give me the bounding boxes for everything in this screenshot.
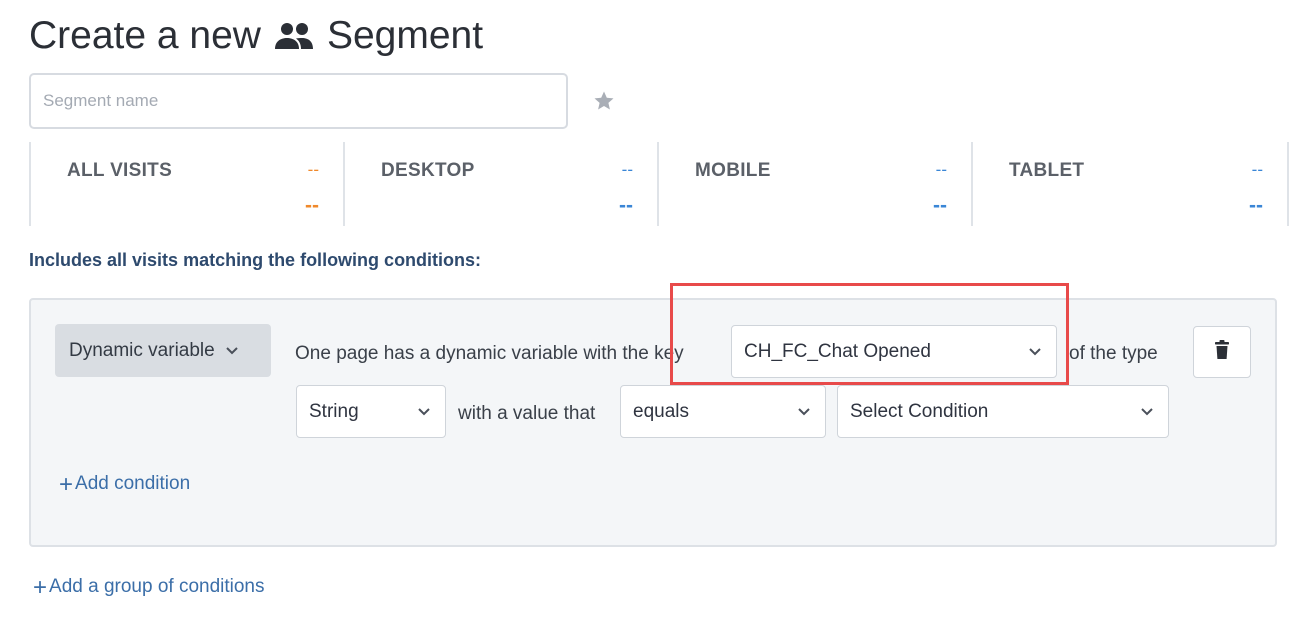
stat-small-value: -- xyxy=(935,160,947,179)
page-title-prefix: Create a new xyxy=(29,14,261,57)
plus-icon: + xyxy=(59,470,74,498)
stat-tablet: TABLET -- -- xyxy=(971,142,1289,226)
condition-group: Dynamic variable One page has a dynamic … xyxy=(29,298,1277,547)
people-icon xyxy=(273,20,315,52)
chevron-down-icon xyxy=(225,346,239,355)
chevron-down-icon xyxy=(1028,347,1042,356)
stat-big-value: -- xyxy=(933,194,947,217)
trash-icon xyxy=(1214,339,1230,365)
stat-big-value: -- xyxy=(1249,194,1263,217)
stat-desktop: DESKTOP -- -- xyxy=(343,142,657,226)
stat-all-visits: ALL VISITS -- -- xyxy=(29,142,343,226)
condition-value-placeholder: Select Condition xyxy=(850,400,989,422)
operator-select[interactable]: equals xyxy=(620,385,826,438)
conditions-heading: Includes all visits matching the followi… xyxy=(29,250,482,270)
page-title: Create a new Segment xyxy=(29,14,483,58)
stat-label: DESKTOP xyxy=(381,160,475,181)
delete-condition-button[interactable] xyxy=(1193,326,1251,378)
stat-mobile: MOBILE -- -- xyxy=(657,142,971,226)
key-description-text: One page has a dynamic variable with the… xyxy=(295,343,684,364)
stat-small-value: -- xyxy=(1251,160,1263,179)
key-select-value: CH_FC_Chat Opened xyxy=(744,340,931,362)
stat-small-value: -- xyxy=(307,160,319,179)
condition-value-select[interactable]: Select Condition xyxy=(837,385,1169,438)
stat-small-value: -- xyxy=(621,160,633,179)
add-group-link[interactable]: + Add a group of conditions xyxy=(33,573,265,601)
page-title-suffix: Segment xyxy=(326,14,484,57)
operator-value: equals xyxy=(633,400,689,422)
value-that-text: with a value that xyxy=(458,403,596,424)
add-group-label: Add a group of conditions xyxy=(49,576,265,597)
key-select[interactable]: CH_FC_Chat Opened xyxy=(731,325,1057,378)
star-icon[interactable] xyxy=(592,89,616,118)
of-type-text: of the type xyxy=(1069,343,1158,364)
add-condition-link[interactable]: + Add condition xyxy=(59,470,191,498)
chevron-down-icon xyxy=(797,407,811,416)
condition-type-label: Dynamic variable xyxy=(69,339,215,361)
stat-label: ALL VISITS xyxy=(67,160,173,181)
stat-big-value: -- xyxy=(619,194,633,217)
condition-type-dropdown[interactable]: Dynamic variable xyxy=(55,324,271,377)
value-type-select[interactable]: String xyxy=(296,385,446,438)
stat-big-value: -- xyxy=(305,194,319,217)
segment-name-input[interactable] xyxy=(29,73,568,129)
value-type-value: String xyxy=(309,400,359,422)
plus-icon: + xyxy=(33,573,48,601)
chevron-down-icon xyxy=(1140,407,1154,416)
add-condition-label: Add condition xyxy=(75,473,191,494)
stat-label: TABLET xyxy=(1009,160,1085,181)
chevron-down-icon xyxy=(417,407,431,416)
visit-stats: ALL VISITS -- -- DESKTOP -- -- MOBILE --… xyxy=(29,142,1291,226)
stat-label: MOBILE xyxy=(695,160,771,181)
